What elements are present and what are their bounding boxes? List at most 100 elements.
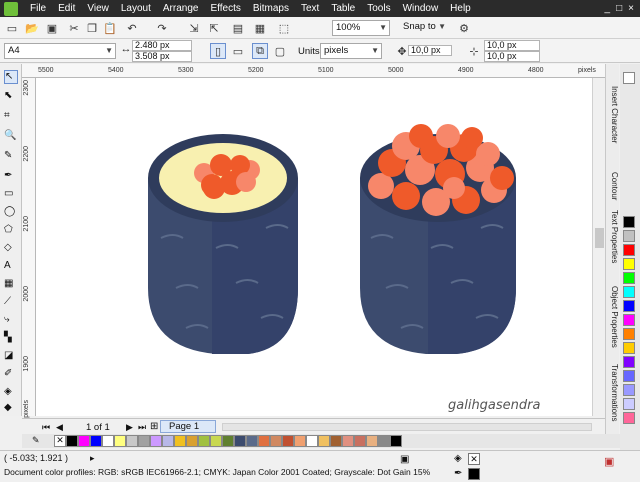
color-swatch[interactable] [378, 435, 390, 447]
color-swatch[interactable] [318, 435, 330, 447]
color-swatch[interactable] [623, 342, 635, 354]
menu-edit[interactable]: Edit [52, 0, 81, 17]
prev-page-icon[interactable]: ◀ [56, 422, 63, 433]
color-swatch[interactable] [623, 272, 635, 284]
cut-icon[interactable]: ✂ [66, 20, 82, 36]
color-swatch[interactable] [90, 435, 102, 447]
import-icon[interactable]: ⇲ [186, 20, 202, 36]
color-swatch[interactable] [623, 300, 635, 312]
color-swatch[interactable] [294, 435, 306, 447]
tab-page-1[interactable]: Page 1 [160, 420, 216, 433]
color-swatch[interactable] [78, 435, 90, 447]
docker-tab-text-properties[interactable]: Text Properties [607, 210, 619, 263]
color-swatch[interactable] [162, 435, 174, 447]
vertical-ruler[interactable]: 2300 2200 2100 2000 1900 pixels [22, 78, 36, 418]
last-page-icon[interactable]: ⏭ [138, 422, 146, 433]
interactive-fill-icon[interactable]: ◆ [4, 402, 18, 416]
undo-icon[interactable]: ↶ [124, 20, 140, 36]
paste-icon[interactable]: 📋 [102, 20, 118, 36]
color-swatch[interactable] [623, 230, 635, 242]
horizontal-ruler[interactable]: 5500 5400 5300 5200 5100 5000 4900 4800 … [22, 64, 605, 78]
zoom-level-combo[interactable]: 100% ▼ [332, 20, 390, 36]
zoom-tool-icon[interactable]: 🔍 [4, 130, 18, 144]
minimize-button[interactable]: _ [605, 3, 611, 14]
menu-file[interactable]: File [24, 0, 52, 17]
color-swatch[interactable] [623, 328, 635, 340]
add-page-icon[interactable]: ⊞ [150, 421, 158, 432]
user-icon[interactable]: ▣ [604, 455, 614, 468]
color-proof-icon[interactable]: ▣ [400, 454, 409, 465]
color-swatch[interactable] [186, 435, 198, 447]
color-swatch[interactable] [623, 398, 635, 410]
color-swatch[interactable] [210, 435, 222, 447]
no-color-swatch[interactable]: ✕ [54, 435, 66, 447]
color-swatch[interactable] [246, 435, 258, 447]
color-swatch[interactable] [623, 370, 635, 382]
color-swatch[interactable] [222, 435, 234, 447]
docker-tab-object-properties[interactable]: Object Properties [607, 286, 619, 348]
color-swatch[interactable] [623, 356, 635, 368]
nudge-distance-field[interactable]: 10,0 px [408, 45, 452, 56]
units-select[interactable]: pixels ▼ [320, 43, 382, 59]
launcher-icon[interactable]: ▦ [252, 20, 268, 36]
basic-shapes-icon[interactable]: ◇ [4, 242, 18, 256]
color-swatch[interactable] [234, 435, 246, 447]
options-icon[interactable]: ⚙ [456, 20, 472, 36]
color-swatch[interactable] [366, 435, 378, 447]
transparency-tool-icon[interactable]: ◪ [4, 350, 18, 364]
menu-text[interactable]: Text [295, 0, 325, 17]
menu-view[interactable]: View [81, 0, 115, 17]
eyedropper-icon[interactable]: ✎ [32, 435, 40, 446]
portrait-icon[interactable]: ▯ [210, 43, 226, 59]
color-swatch[interactable] [198, 435, 210, 447]
current-page-icon[interactable]: ▢ [272, 43, 288, 59]
color-swatch[interactable] [270, 435, 282, 447]
table-tool-icon[interactable]: ▦ [4, 278, 18, 292]
redo-icon[interactable]: ↷ [154, 20, 170, 36]
color-swatch[interactable] [623, 286, 635, 298]
color-swatch[interactable] [174, 435, 186, 447]
export-icon[interactable]: ⇱ [206, 20, 222, 36]
blend-tool-icon[interactable]: ▚ [4, 332, 18, 346]
color-swatch[interactable] [258, 435, 270, 447]
color-swatch[interactable] [306, 435, 318, 447]
outline-color-swatch[interactable] [468, 468, 480, 480]
duplicate-x-field[interactable]: 10,0 px [484, 40, 540, 51]
first-page-icon[interactable]: ⏮ [42, 422, 50, 433]
color-swatch[interactable] [138, 435, 150, 447]
pick-tool-icon[interactable]: ↖ [4, 70, 18, 84]
horizontal-scrollbar[interactable] [222, 423, 592, 431]
color-swatch[interactable] [282, 435, 294, 447]
sushi-roll-left[interactable] [148, 134, 298, 354]
artistic-media-icon[interactable]: ✒ [4, 170, 18, 184]
publish-pdf-icon[interactable]: ▤ [230, 20, 246, 36]
menu-effects[interactable]: Effects [204, 0, 246, 17]
ellipse-tool-icon[interactable]: ◯ [4, 206, 18, 220]
dimension-tool-icon[interactable]: ⟋ [4, 296, 18, 310]
page-width-field[interactable]: 2.480 px [132, 40, 192, 51]
fill-color-swatch[interactable]: ✕ [468, 453, 480, 465]
snap-to-dropdown[interactable]: Snap to ▼ [400, 20, 448, 36]
vertical-scrollbar[interactable] [592, 78, 605, 416]
text-tool-icon[interactable]: A [4, 260, 18, 274]
color-swatch[interactable] [114, 435, 126, 447]
color-swatch[interactable] [623, 412, 635, 424]
scrollbar-thumb[interactable] [595, 228, 604, 248]
color-swatch[interactable] [150, 435, 162, 447]
menu-bitmaps[interactable]: Bitmaps [247, 0, 295, 17]
menu-table[interactable]: Table [325, 0, 361, 17]
color-swatch[interactable] [623, 384, 635, 396]
connector-tool-icon[interactable]: ⤷ [4, 314, 18, 328]
eyedropper-tool-icon[interactable]: ✐ [4, 368, 18, 382]
docker-tab-insert-character[interactable]: Insert Character [607, 86, 619, 143]
color-swatch[interactable] [66, 435, 78, 447]
drawing-canvas[interactable]: galihgasendra [36, 78, 605, 416]
all-pages-icon[interactable]: ⧉ [252, 43, 268, 59]
docker-tab-transformations[interactable]: Transformations [607, 364, 619, 422]
color-swatch[interactable] [354, 435, 366, 447]
new-document-icon[interactable]: ▭ [4, 20, 20, 36]
page-size-select[interactable]: A4 ▼ [4, 43, 116, 59]
fill-tool-icon[interactable]: ◈ [4, 386, 18, 400]
menu-window[interactable]: Window [397, 0, 445, 17]
menu-help[interactable]: Help [444, 0, 477, 17]
